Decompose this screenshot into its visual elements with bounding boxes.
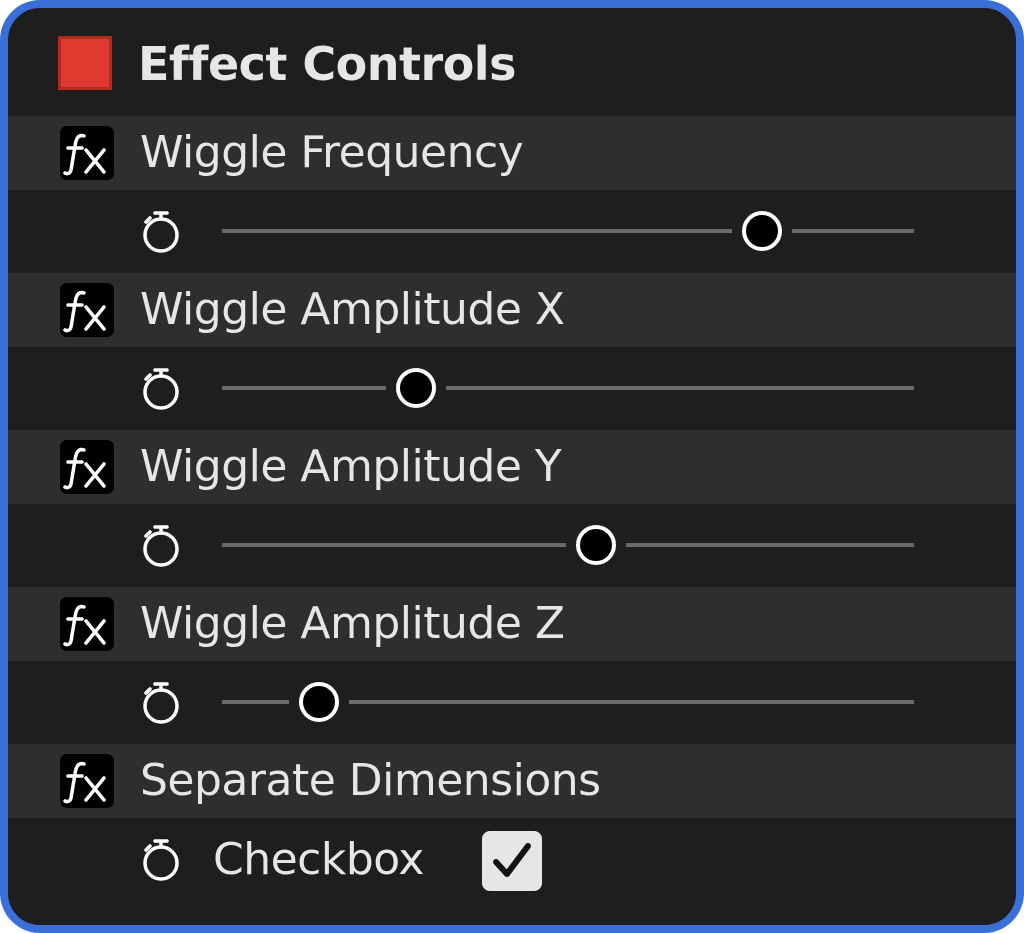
slider-row-wiggle-frequency <box>8 190 1016 273</box>
slider-row-wiggle-amplitude-z <box>8 661 1016 744</box>
checkbox-label: Checkbox <box>213 834 424 885</box>
stopwatch-icon[interactable] <box>138 209 184 255</box>
slider-handle[interactable] <box>575 525 616 565</box>
fx-icon[interactable] <box>60 126 114 180</box>
checkbox-row-separate-dimensions: Checkbox <box>8 818 1016 925</box>
fx-icon[interactable] <box>60 283 114 337</box>
effect-row-wiggle-frequency[interactable]: Wiggle Frequency <box>8 116 1016 190</box>
panel-title: Effect Controls <box>138 37 516 91</box>
effect-color-swatch[interactable] <box>58 36 112 90</box>
stopwatch-icon[interactable] <box>138 366 184 412</box>
stopwatch-icon[interactable] <box>138 523 184 569</box>
stopwatch-icon[interactable] <box>138 680 184 726</box>
stopwatch-icon[interactable] <box>138 837 184 883</box>
panel-header: Effect Controls <box>8 8 1016 116</box>
effect-label: Separate Dimensions <box>140 755 601 806</box>
slider-track[interactable] <box>222 229 914 233</box>
slider-row-wiggle-amplitude-x <box>8 347 1016 430</box>
checkmark-icon <box>493 843 531 877</box>
slider-track[interactable] <box>222 386 914 390</box>
fx-icon[interactable] <box>60 754 114 808</box>
effect-label: Wiggle Amplitude X <box>140 284 565 335</box>
effect-label: Wiggle Amplitude Y <box>140 441 562 492</box>
slider-handle[interactable] <box>395 368 436 408</box>
effect-controls-panel: Effect Controls Wiggle Frequency Wiggle … <box>0 0 1024 933</box>
fx-icon[interactable] <box>60 440 114 494</box>
effect-row-wiggle-amplitude-x[interactable]: Wiggle Amplitude X <box>8 273 1016 347</box>
effect-label: Wiggle Amplitude Z <box>140 598 565 649</box>
fx-icon[interactable] <box>60 597 114 651</box>
effect-row-wiggle-amplitude-y[interactable]: Wiggle Amplitude Y <box>8 430 1016 504</box>
effect-row-wiggle-amplitude-z[interactable]: Wiggle Amplitude Z <box>8 587 1016 661</box>
separate-dimensions-checkbox[interactable] <box>482 831 542 891</box>
effect-row-separate-dimensions[interactable]: Separate Dimensions <box>8 744 1016 818</box>
slider-row-wiggle-amplitude-y <box>8 504 1016 587</box>
slider-handle[interactable] <box>741 211 782 251</box>
slider-handle[interactable] <box>298 682 339 722</box>
effect-label: Wiggle Frequency <box>140 127 524 178</box>
